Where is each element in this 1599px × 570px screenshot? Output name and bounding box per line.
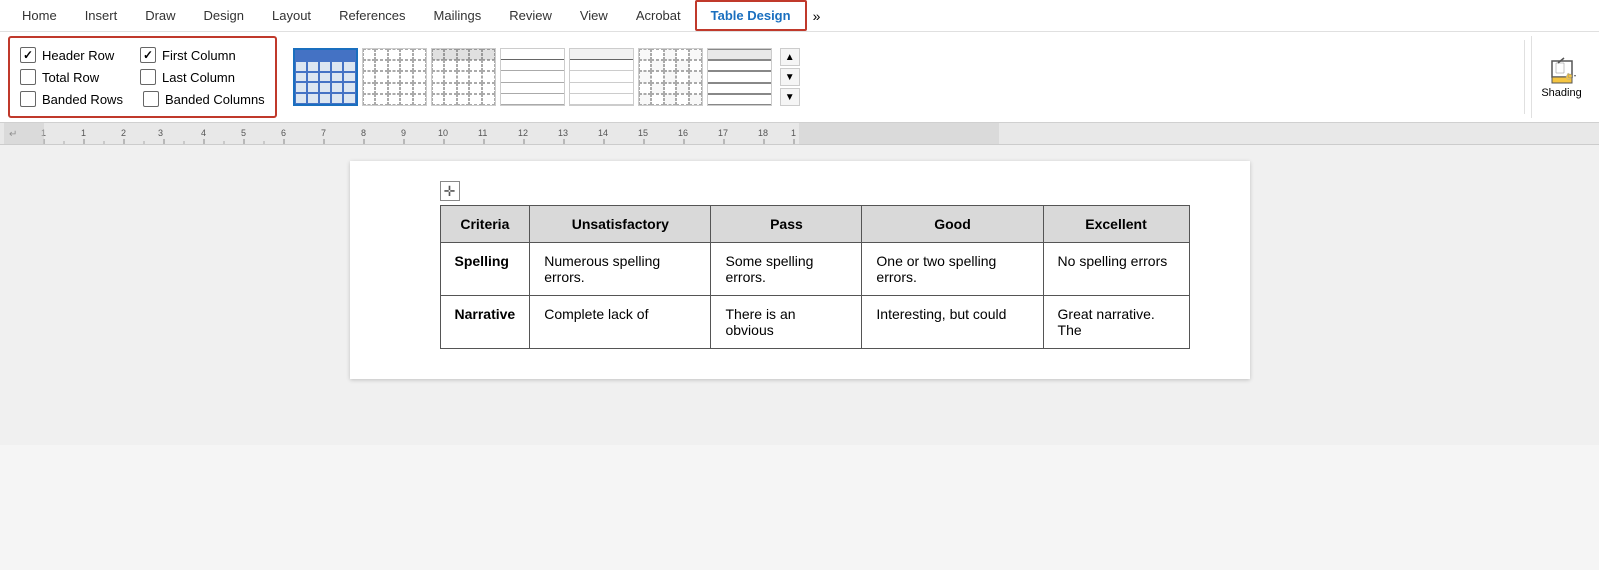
gallery-scroll-down[interactable]: ▼ xyxy=(780,68,800,86)
header-row-option[interactable]: Header Row xyxy=(20,47,120,63)
tab-mailings[interactable]: Mailings xyxy=(420,2,496,29)
last-column-checkbox[interactable] xyxy=(140,69,156,85)
document-table: Criteria Unsatisfactory Pass Good Excell… xyxy=(440,205,1190,349)
banded-columns-label: Banded Columns xyxy=(165,92,265,107)
svg-text:14: 14 xyxy=(598,128,608,138)
svg-text:12: 12 xyxy=(518,128,528,138)
svg-text:16: 16 xyxy=(678,128,688,138)
ruler: ↵ 1 1 2 3 4 5 6 7 8 xyxy=(0,123,1599,145)
tab-table-design[interactable]: Table Design xyxy=(695,0,807,31)
first-column-label: First Column xyxy=(162,48,236,63)
tab-home[interactable]: Home xyxy=(8,2,71,29)
tab-acrobat[interactable]: Acrobat xyxy=(622,2,695,29)
svg-text:1: 1 xyxy=(791,128,796,138)
svg-text:7: 7 xyxy=(321,128,326,138)
table-styles-gallery: ▲ ▼ ▼ xyxy=(289,36,1518,118)
table-style-6[interactable] xyxy=(638,48,703,106)
ribbon-divider xyxy=(1524,40,1525,114)
table-header-criteria: Criteria xyxy=(440,206,530,243)
gallery-more[interactable]: ▼ xyxy=(780,88,800,106)
table-style-1[interactable] xyxy=(293,48,358,106)
table-style-4[interactable] xyxy=(500,48,565,106)
first-column-option[interactable]: First Column xyxy=(140,47,240,63)
banded-rows-checkbox[interactable] xyxy=(20,91,36,107)
svg-text:3: 3 xyxy=(158,128,163,138)
table-cell-criteria-1[interactable]: Spelling xyxy=(440,243,530,296)
document-page: ✛ Criteria Unsatisfactory Pass Good Exce… xyxy=(350,161,1250,379)
shading-label: Shading xyxy=(1541,87,1581,99)
total-row-label: Total Row xyxy=(42,70,99,85)
checkbox-row-3: Banded Rows Banded Columns xyxy=(20,91,265,107)
table-style-3[interactable] xyxy=(431,48,496,106)
table-cell-excellent-2[interactable]: Great narrative. The xyxy=(1043,296,1189,349)
first-column-checkbox[interactable] xyxy=(140,47,156,63)
table-row: Narrative Complete lack of There is an o… xyxy=(440,296,1189,349)
svg-text:2: 2 xyxy=(121,128,126,138)
tab-review[interactable]: Review xyxy=(495,2,566,29)
table-style-5[interactable] xyxy=(569,48,634,106)
ruler-inner: ↵ 1 1 2 3 4 5 6 7 8 xyxy=(4,123,1595,144)
svg-text:11: 11 xyxy=(478,128,487,138)
header-row-checkbox[interactable] xyxy=(20,47,36,63)
shading-section: Shading xyxy=(1531,36,1591,118)
table-cell-pass-2[interactable]: There is an obvious xyxy=(711,296,862,349)
tab-design[interactable]: Design xyxy=(190,2,258,29)
total-row-checkbox[interactable] xyxy=(20,69,36,85)
svg-text:10: 10 xyxy=(438,128,448,138)
tab-insert[interactable]: Insert xyxy=(71,2,132,29)
table-cell-excellent-1[interactable]: No spelling errors xyxy=(1043,243,1189,296)
table-move-handle[interactable]: ✛ xyxy=(440,181,460,201)
tab-references[interactable]: References xyxy=(325,2,419,29)
gallery-scroll-up[interactable]: ▲ xyxy=(780,48,800,66)
svg-text:8: 8 xyxy=(361,128,366,138)
table-style-2[interactable] xyxy=(362,48,427,106)
table-cell-unsatisfactory-1[interactable]: Numerous spelling errors. xyxy=(530,243,711,296)
table-row: Spelling Numerous spelling errors. Some … xyxy=(440,243,1189,296)
table-header-pass: Pass xyxy=(711,206,862,243)
svg-text:4: 4 xyxy=(201,128,206,138)
table-header-row: Criteria Unsatisfactory Pass Good Excell… xyxy=(440,206,1189,243)
svg-text:15: 15 xyxy=(638,128,648,138)
table-style-options-group: Header Row First Column Total Row Last C… xyxy=(8,36,277,118)
total-row-option[interactable]: Total Row xyxy=(20,69,120,85)
banded-rows-option[interactable]: Banded Rows xyxy=(20,91,123,107)
table-cell-criteria-2[interactable]: Narrative xyxy=(440,296,530,349)
checkbox-row-2: Total Row Last Column xyxy=(20,69,265,85)
svg-text:17: 17 xyxy=(718,128,728,138)
svg-text:13: 13 xyxy=(558,128,568,138)
last-column-label: Last Column xyxy=(162,70,235,85)
table-header-good: Good xyxy=(862,206,1043,243)
tab-layout[interactable]: Layout xyxy=(258,2,325,29)
checkbox-row-1: Header Row First Column xyxy=(20,47,265,63)
banded-rows-label: Banded Rows xyxy=(42,92,123,107)
svg-text:18: 18 xyxy=(758,128,768,138)
banded-columns-option[interactable]: Banded Columns xyxy=(143,91,265,107)
table-header-unsatisfactory: Unsatisfactory xyxy=(530,206,711,243)
tab-draw[interactable]: Draw xyxy=(131,2,189,29)
table-cell-pass-1[interactable]: Some spelling errors. xyxy=(711,243,862,296)
svg-text:5: 5 xyxy=(241,128,246,138)
last-column-option[interactable]: Last Column xyxy=(140,69,240,85)
table-style-7[interactable] xyxy=(707,48,772,106)
table-cell-good-1[interactable]: One or two spelling errors. xyxy=(862,243,1043,296)
shading-icon xyxy=(1546,55,1578,87)
table-cell-unsatisfactory-2[interactable]: Complete lack of xyxy=(530,296,711,349)
table-cell-good-2[interactable]: Interesting, but could xyxy=(862,296,1043,349)
table-header-excellent: Excellent xyxy=(1043,206,1189,243)
svg-text:1: 1 xyxy=(81,128,86,138)
ribbon-overflow-icon[interactable]: » xyxy=(807,8,827,24)
header-row-label: Header Row xyxy=(42,48,114,63)
tab-view[interactable]: View xyxy=(566,2,622,29)
gallery-nav: ▲ ▼ ▼ xyxy=(780,48,800,106)
svg-text:9: 9 xyxy=(401,128,406,138)
banded-columns-checkbox[interactable] xyxy=(143,91,159,107)
move-handle-icon: ✛ xyxy=(444,183,456,200)
document-area: ✛ Criteria Unsatisfactory Pass Good Exce… xyxy=(0,145,1599,445)
svg-text:6: 6 xyxy=(281,128,286,138)
